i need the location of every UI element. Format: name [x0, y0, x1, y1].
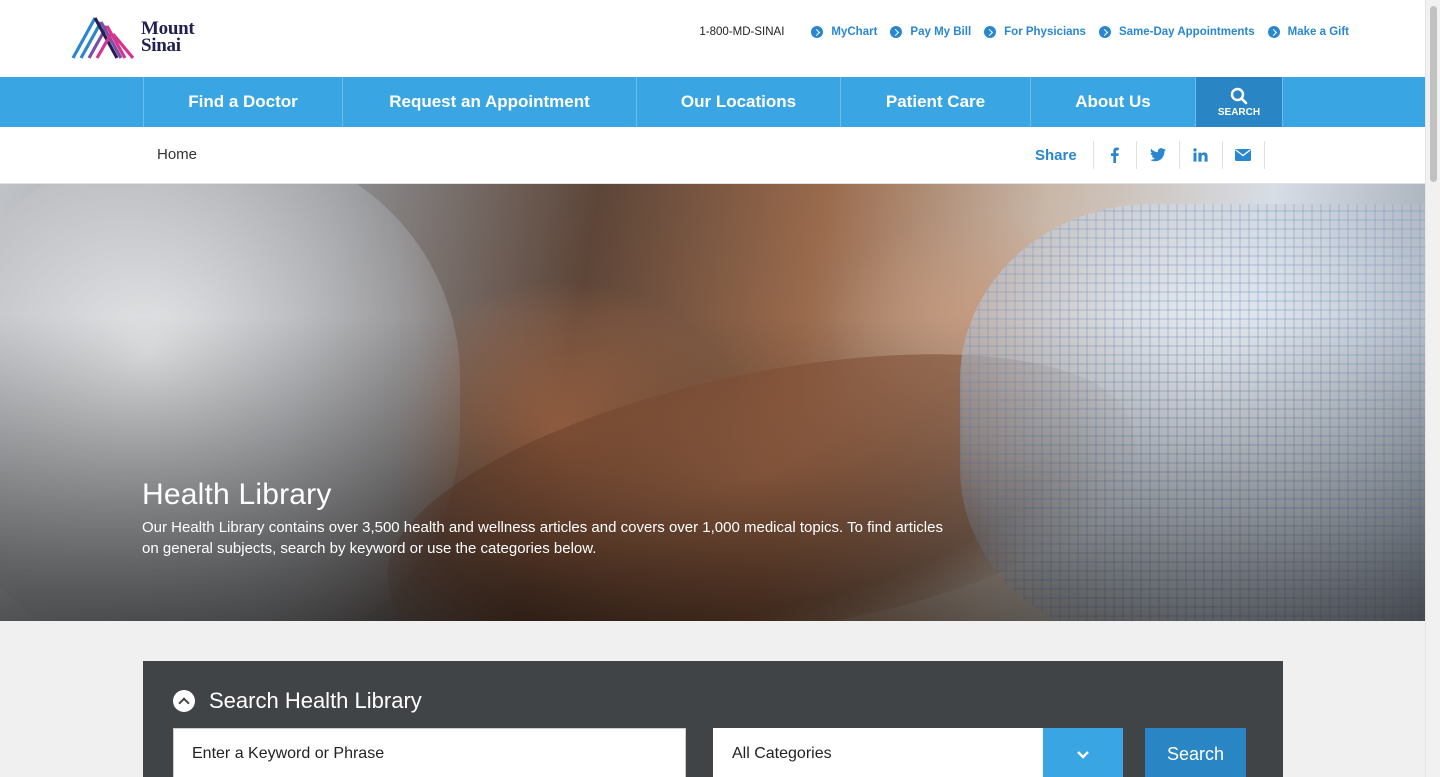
linkedin-icon[interactable] [1178, 141, 1222, 169]
utility-link-pay-my-bill[interactable]: Pay My Bill [890, 26, 971, 38]
search-icon [1230, 87, 1248, 104]
scrollbar[interactable] [1425, 0, 1440, 777]
utility-link-make-a-gift[interactable]: Make a Gift [1267, 26, 1349, 38]
search-panel-toggle[interactable]: Search Health Library [173, 688, 422, 714]
utility-link-same-day-appointments[interactable]: Same-Day Appointments [1098, 26, 1255, 38]
utility-link-for-physicians[interactable]: For Physicians [984, 26, 1086, 38]
chevron-down-icon [1077, 750, 1089, 759]
utility-link-label: Same-Day Appointments [1118, 26, 1255, 38]
share-bar: Share [1035, 141, 1265, 169]
content-area: Search Health Library All Categories Sea… [0, 621, 1425, 777]
twitter-icon[interactable] [1135, 141, 1179, 169]
hero-banner: Health Library Our Health Library contai… [0, 184, 1425, 621]
breadcrumb-bar: Home Share [0, 127, 1425, 184]
top-header: Mount Sinai 1-800-MD-SINAI MyChart Pay M… [0, 0, 1425, 77]
hero-description: Our Health Library contains over 3,500 h… [142, 519, 943, 557]
search-panel-title: Search Health Library [209, 688, 422, 713]
chevron-circle-icon [811, 26, 824, 38]
utility-link-label: For Physicians [1004, 26, 1086, 38]
page-title: Health Library [142, 478, 332, 511]
utility-link-label: Make a Gift [1287, 26, 1349, 38]
logo-line-2: Sinai [141, 35, 181, 56]
mount-sinai-logo[interactable]: Mount Sinai [71, 14, 211, 60]
category-select-value: All Categories [732, 745, 832, 762]
phone-number[interactable]: 1-800-MD-SINAI [699, 26, 784, 38]
nav-item-our-locations[interactable]: Our Locations [637, 77, 841, 127]
nav-item-request-an-appointment[interactable]: Request an Appointment [343, 77, 637, 127]
nav-search-label: SEARCH [1217, 106, 1261, 118]
nav-item-patient-care[interactable]: Patient Care [841, 77, 1031, 127]
share-label: Share [1035, 146, 1077, 164]
email-icon[interactable] [1221, 141, 1265, 169]
keyword-search-input[interactable] [173, 728, 686, 777]
chevron-circle-icon [1267, 26, 1280, 38]
chevron-circle-icon [890, 26, 903, 38]
breadcrumb-home[interactable]: Home [157, 146, 197, 163]
logo-mark-icon [71, 17, 135, 60]
utility-nav: 1-800-MD-SINAI MyChart Pay My Bill For P… [699, 26, 1349, 38]
chevron-up-circle-icon [173, 690, 195, 712]
facebook-icon[interactable] [1092, 141, 1136, 169]
category-dropdown-button[interactable] [1043, 728, 1123, 777]
scrollbar-thumb[interactable] [1430, 6, 1437, 182]
page: Mount Sinai 1-800-MD-SINAI MyChart Pay M… [0, 0, 1425, 777]
chevron-circle-icon [984, 26, 997, 38]
nav-search-button[interactable]: SEARCH [1196, 77, 1283, 127]
main-nav: Find a Doctor Request an Appointment Our… [0, 77, 1425, 127]
nav-item-find-a-doctor[interactable]: Find a Doctor [144, 77, 343, 127]
search-health-library-panel: Search Health Library All Categories Sea… [143, 661, 1283, 777]
logo-wordmark: Mount Sinai [141, 19, 195, 56]
category-select[interactable]: All Categories [713, 728, 1123, 777]
utility-link-mychart[interactable]: MyChart [811, 26, 877, 38]
utility-link-label: MyChart [831, 26, 878, 38]
search-button[interactable]: Search [1145, 728, 1246, 777]
chevron-circle-icon [1098, 26, 1111, 38]
nav-item-about-us[interactable]: About Us [1031, 77, 1196, 127]
utility-link-label: Pay My Bill [910, 26, 972, 38]
main-nav-items: Find a Doctor Request an Appointment Our… [143, 77, 1283, 127]
